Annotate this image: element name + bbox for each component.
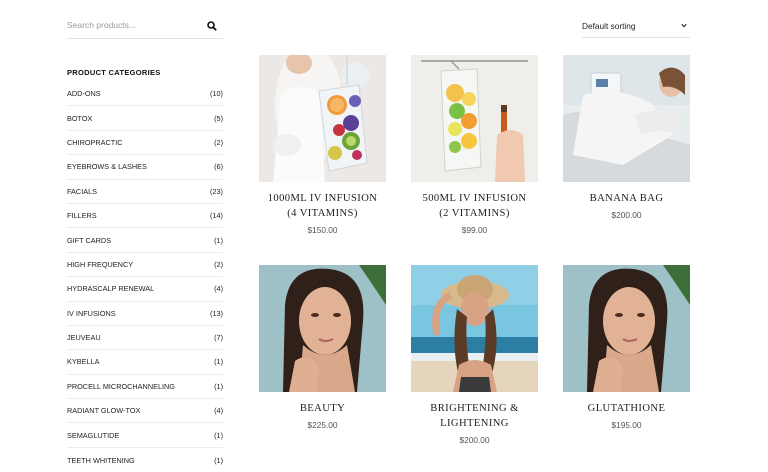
- category-count: (13): [210, 308, 223, 318]
- category-item[interactable]: FACIALS (23): [67, 180, 223, 204]
- product-name[interactable]: GLUTATHIONE: [563, 401, 690, 416]
- product-price: $200.00: [611, 210, 642, 220]
- search-icon[interactable]: [207, 21, 217, 31]
- category-count: (10): [210, 89, 223, 99]
- category-name[interactable]: FILLERS: [67, 211, 97, 220]
- product-card[interactable]: BEAUTY $225.00: [259, 265, 386, 430]
- chevron-down-icon: [681, 23, 687, 28]
- category-count: (23): [210, 186, 223, 196]
- iv-bag-citrus-photo[interactable]: [411, 55, 538, 182]
- sorting-dropdown[interactable]: Default sorting: [582, 15, 690, 38]
- woman-portrait-photo[interactable]: [259, 265, 386, 392]
- woman-reclining-clinic-photo[interactable]: [563, 55, 690, 182]
- category-name[interactable]: PROCELL MICROCHANNELING: [67, 382, 175, 391]
- category-count: (4): [214, 406, 223, 416]
- category-item[interactable]: HYDRASCALP RENEWAL (4): [67, 277, 223, 302]
- category-count: (2): [214, 137, 223, 147]
- category-count: (7): [214, 333, 223, 343]
- category-name[interactable]: JEUVEAU: [67, 333, 101, 342]
- category-item[interactable]: RADIANT GLOW-TOX (4): [67, 399, 223, 424]
- category-name[interactable]: ADD-ONS: [67, 89, 101, 98]
- category-item[interactable]: HIGH FREQUENCY (2): [67, 253, 223, 278]
- category-item[interactable]: BOTOX (5): [67, 106, 223, 131]
- product-card[interactable]: 500ML IV INFUSION (2 VITAMINS) $99.00: [411, 55, 538, 235]
- category-list: ADD-ONS (10) BOTOX (5) CHIROPRACTIC (2) EYE…: [67, 82, 223, 472]
- category-count: (1): [214, 357, 223, 367]
- search-input[interactable]: [67, 20, 197, 30]
- category-name[interactable]: SEMAGLUTIDE: [67, 431, 119, 440]
- product-price: $195.00: [611, 420, 642, 430]
- product-price: $225.00: [307, 420, 338, 430]
- woman-beach-hat-photo[interactable]: [411, 265, 538, 392]
- category-name[interactable]: IV INFUSIONS: [67, 309, 116, 318]
- product-name[interactable]: BANANA BAG: [563, 191, 690, 206]
- category-item[interactable]: PROCELL MICROCHANNELING (1): [67, 375, 223, 400]
- category-name[interactable]: HYDRASCALP RENEWAL: [67, 284, 154, 293]
- product-name[interactable]: 500ML IV INFUSION (2 VITAMINS): [411, 191, 538, 221]
- product-search: [67, 14, 223, 39]
- product-card[interactable]: BRIGHTENING & LIGHTENING $200.00: [411, 265, 538, 445]
- category-item[interactable]: EYEBROWS & LASHES (6): [67, 155, 223, 180]
- category-name[interactable]: RADIANT GLOW-TOX: [67, 406, 140, 415]
- category-item[interactable]: FILLERS (14): [67, 204, 223, 229]
- category-item[interactable]: JEUVEAU (7): [67, 326, 223, 351]
- category-item[interactable]: GIFT CARDS (1): [67, 228, 223, 253]
- category-name[interactable]: FACIALS: [67, 187, 97, 196]
- category-item[interactable]: CHIROPRACTIC (2): [67, 131, 223, 156]
- category-item[interactable]: ADD-ONS (10): [67, 82, 223, 107]
- category-item[interactable]: IV INFUSIONS (13): [67, 302, 223, 326]
- category-count: (1): [214, 455, 223, 465]
- product-name[interactable]: BRIGHTENING & LIGHTENING: [411, 401, 538, 431]
- category-count: (14): [210, 211, 223, 221]
- product-price: $99.00: [461, 225, 488, 235]
- category-count: (2): [214, 259, 223, 269]
- product-price: $150.00: [307, 225, 338, 235]
- category-count: (4): [214, 284, 223, 294]
- product-card[interactable]: BANANA BAG $200.00: [563, 55, 690, 220]
- sorting-selected: Default sorting: [582, 21, 636, 31]
- category-count: (1): [214, 235, 223, 245]
- category-count: (1): [214, 430, 223, 440]
- category-name[interactable]: EYEBROWS & LASHES: [67, 162, 147, 171]
- product-price: $200.00: [459, 435, 490, 445]
- product-name[interactable]: BEAUTY: [259, 401, 386, 416]
- category-name[interactable]: BOTOX: [67, 114, 92, 123]
- product-categories-heading: PRODUCT CATEGORIES: [67, 68, 161, 77]
- category-count: (1): [214, 381, 223, 391]
- category-name[interactable]: TEETH WHITENING: [67, 456, 135, 465]
- product-card[interactable]: GLUTATHIONE $195.00: [563, 265, 690, 430]
- category-item[interactable]: KYBELLA (1): [67, 350, 223, 375]
- iv-bag-fruit-photo[interactable]: [259, 55, 386, 182]
- category-name[interactable]: KYBELLA: [67, 357, 99, 366]
- category-name[interactable]: HIGH FREQUENCY: [67, 260, 133, 269]
- category-name[interactable]: CHIROPRACTIC: [67, 138, 123, 147]
- category-count: (5): [214, 113, 223, 123]
- category-name[interactable]: GIFT CARDS: [67, 236, 111, 245]
- woman-portrait-photo[interactable]: [563, 265, 690, 392]
- category-count: (6): [214, 162, 223, 172]
- category-item[interactable]: SEMAGLUTIDE (1): [67, 423, 223, 448]
- product-card[interactable]: 1000ML IV INFUSION (4 VITAMINS) $150.00: [259, 55, 386, 235]
- product-name[interactable]: 1000ML IV INFUSION (4 VITAMINS): [259, 191, 386, 221]
- category-item[interactable]: TEETH WHITENING (1): [67, 448, 223, 472]
